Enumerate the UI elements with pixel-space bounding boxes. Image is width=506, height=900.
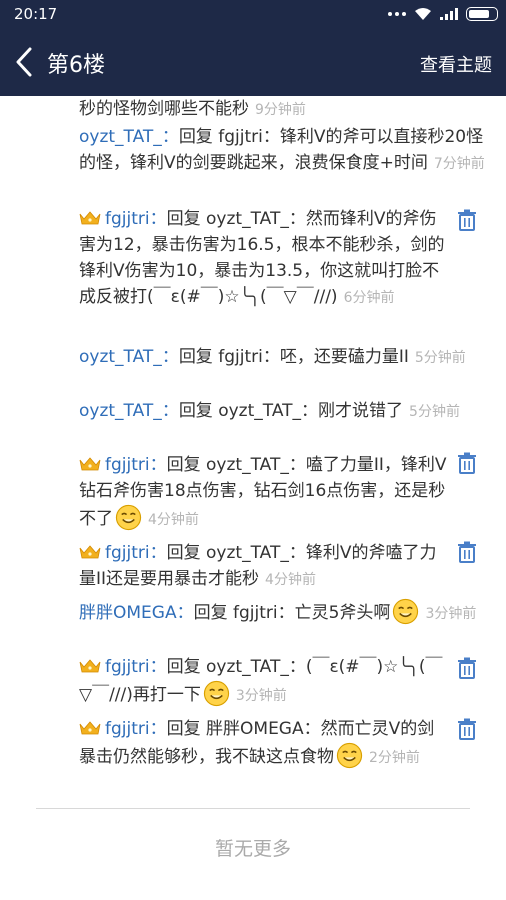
list-item[interactable]: fgjjtri：回复 胖胖OMEGA：然而亡灵V的剑暴击仍然能够秒，我不缺这点食… [79, 716, 451, 771]
reply-target: oyzt_TAT_ [218, 401, 302, 421]
comment-time: 7分钟前 [433, 156, 485, 172]
list-item[interactable]: 胖胖OMEGA：回复 fgjjtri：亡灵5斧头啊 3分钟前 [79, 598, 487, 627]
reply-target: fgjjtri [233, 603, 278, 623]
user-name[interactable]: fgjjtri [105, 657, 150, 677]
reply-label: 回复 [178, 127, 213, 147]
trash-icon[interactable] [457, 452, 477, 474]
user-name[interactable]: 胖胖OMEGA [79, 603, 177, 623]
list-item: 秒的怪物剑哪些不能秒 9分钟前 [79, 96, 487, 123]
reply-label: 回复 [166, 657, 201, 677]
reply-label: 回复 [193, 603, 228, 623]
reply-label: 回复 [166, 543, 201, 563]
reply-label: 回复 [178, 347, 213, 367]
list-item[interactable]: oyzt_TAT_：回复 fgjjtri：锋利V的斧可以直接秒20怪的怪，锋利V… [79, 124, 487, 177]
reply-label: 回复 [178, 401, 213, 421]
user-name[interactable]: fgjjtri [105, 209, 150, 229]
user-name[interactable]: fgjjtri [105, 455, 150, 475]
reply-target: oyzt_TAT_ [206, 657, 289, 677]
comment-time: 9分钟前 [255, 102, 306, 118]
status-bar: 20:17 [0, 0, 506, 28]
reply-target: oyzt_TAT_ [206, 209, 289, 229]
smile-emoji-icon [392, 598, 419, 625]
comment-time: 2分钟前 [369, 750, 420, 766]
comment-time: 5分钟前 [409, 404, 460, 420]
smile-emoji-icon [336, 742, 363, 769]
smile-emoji-icon [115, 504, 142, 531]
list-item[interactable]: oyzt_TAT_：回复 fgjjtri：呸，还要磕力量II 5分钟前 [79, 344, 487, 371]
comment-body: 刚才说错了 [318, 401, 404, 421]
trash-icon[interactable] [457, 541, 477, 563]
trash-icon[interactable] [457, 209, 477, 231]
comment-body: 秒的怪物剑哪些不能秒 [79, 99, 249, 119]
reply-target: 胖胖OMEGA [206, 719, 304, 739]
comment-time: 5分钟前 [414, 350, 466, 366]
page-title: 第6楼 [47, 53, 105, 78]
list-item[interactable]: fgjjtri：回复 oyzt_TAT_：然而锋利V的斧伤害为12，暴击伤害为1… [79, 206, 451, 311]
smile-emoji-icon [203, 680, 230, 707]
reply-list: 秒的怪物剑哪些不能秒 9分钟前 oyzt_TAT_：回复 fgjjtri：锋利V的… [0, 96, 506, 900]
crown-icon [79, 545, 101, 559]
comment-time: 6分钟前 [343, 290, 395, 306]
comment-body: 呸，还要磕力量II [279, 347, 409, 367]
comment-time: 4分钟前 [265, 572, 316, 588]
comment-body: 亡灵5斧头啊 [294, 603, 391, 623]
list-item[interactable]: fgjjtri：回复 oyzt_TAT_：锋利V的斧嗑了力量II还是要用暴击才能… [79, 540, 451, 593]
user-name[interactable]: fgjjtri [105, 543, 150, 563]
user-name[interactable]: oyzt_TAT_ [79, 401, 162, 421]
user-name[interactable]: oyzt_TAT_ [79, 127, 162, 147]
battery-icon [466, 7, 498, 21]
reply-label: 回复 [166, 719, 201, 739]
reply-target: oyzt_TAT_ [206, 543, 289, 563]
trash-icon[interactable] [457, 718, 477, 740]
list-item[interactable]: oyzt_TAT_：回复 oyzt_TAT_：刚才说错了 5分钟前 [79, 398, 487, 425]
comment-time: 3分钟前 [425, 606, 477, 622]
view-topic-button[interactable]: 查看主题 [420, 51, 492, 77]
reply-label: 回复 [166, 209, 201, 229]
comment-time: 4分钟前 [148, 512, 199, 528]
status-icons [388, 5, 498, 23]
user-name[interactable]: fgjjtri [105, 719, 150, 739]
list-item[interactable]: fgjjtri：回复 oyzt_TAT_：(￣ε(#￣)☆╰╮(￣▽￣///)再… [79, 654, 451, 709]
trash-icon[interactable] [457, 657, 477, 679]
crown-icon [79, 659, 101, 673]
reply-label: 回复 [166, 455, 201, 475]
list-item[interactable]: fgjjtri：回复 oyzt_TAT_：嗑了力量II，锋利V钻石斧伤害18点伤… [79, 452, 451, 533]
reply-target: fgjjtri [218, 347, 263, 367]
no-more-label: 暂无更多 [214, 838, 291, 860]
reply-target: fgjjtri [218, 127, 263, 147]
crown-icon [79, 721, 101, 735]
user-name[interactable]: oyzt_TAT_ [79, 347, 162, 367]
crown-icon [79, 457, 101, 471]
divider [36, 808, 470, 809]
status-time: 20:17 [14, 5, 58, 23]
more-dots-icon [388, 12, 406, 16]
reply-target: oyzt_TAT_ [206, 455, 289, 475]
signal-icon [440, 8, 458, 20]
nav-bar: 第6楼 查看主题 [0, 28, 506, 96]
back-arrow-icon[interactable] [12, 46, 40, 78]
comment-time: 3分钟前 [235, 688, 287, 704]
crown-icon [79, 211, 101, 225]
wifi-icon [415, 8, 431, 20]
